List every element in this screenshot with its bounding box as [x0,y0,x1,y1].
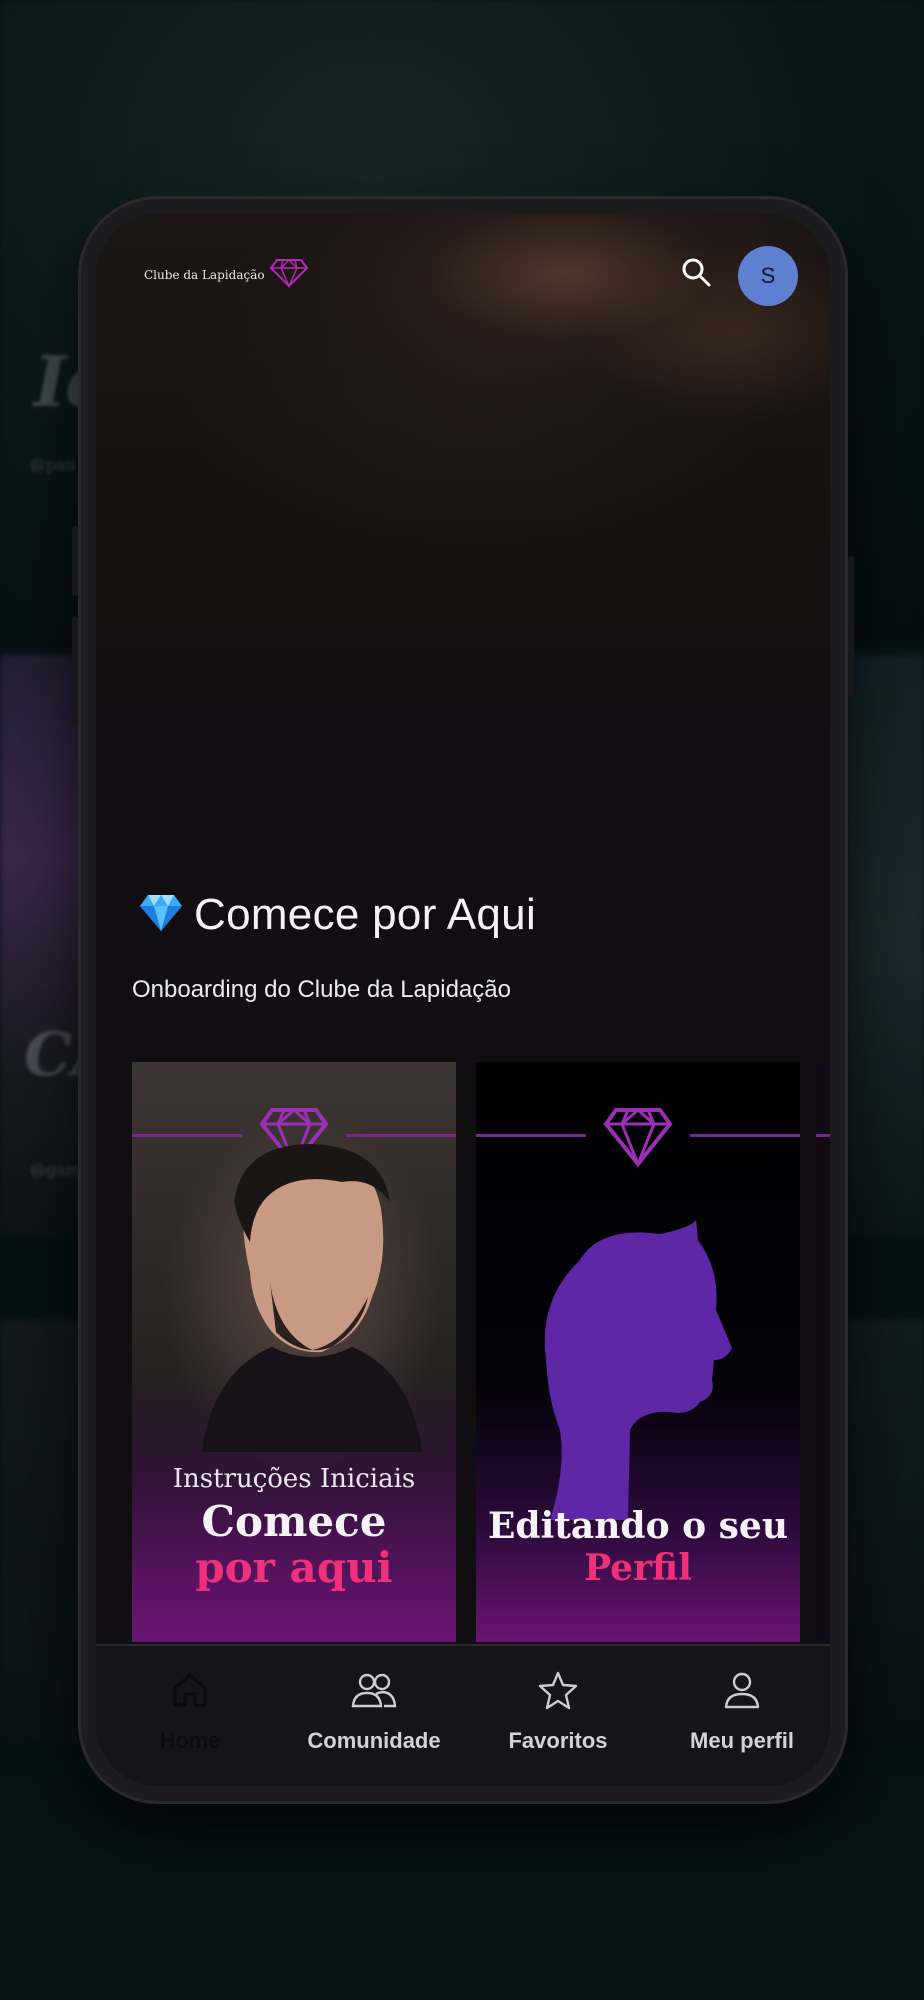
nav-label: Meu perfil [690,1728,794,1753]
card-title: Comece [201,1497,387,1546]
phone-frame: Clube da Lapidação S Comece por Aqui Onb… [72,196,854,1804]
background-handle-text: @pau [30,455,77,474]
gem-icon [138,893,184,937]
card-title: Editando o seu [487,1505,789,1547]
search-button[interactable] [674,252,718,296]
phone-volume-button [72,526,78,596]
app-logo[interactable]: Clube da Lapidação [144,258,309,292]
background-lower-right-thumbnail [846,1320,924,1740]
nav-label: Comunidade [307,1728,441,1753]
card-divider [476,1134,586,1137]
course-card[interactable]: Editando o seu Perfil [476,1062,800,1642]
section-title: Comece por Aqui [138,890,536,940]
search-icon [680,256,712,292]
app-screen: Clube da Lapidação S Comece por Aqui Onb… [96,214,830,1786]
hero-banner [96,214,830,934]
nav-item-comunidade[interactable]: Comunidade [294,1670,454,1754]
background-handle-text: @gam [30,1160,81,1179]
nav-label: Favoritos [508,1728,608,1753]
course-card[interactable]: Instruções Iniciais Comece por aqui [132,1062,456,1642]
nav-item-home[interactable]: Home [110,1670,270,1754]
bottom-navigation: Home Comunidade Favoritos Meu perfil [96,1644,830,1786]
user-icon [722,1670,762,1714]
logo-text: Clube da Lapidação [144,268,265,282]
star-icon [537,1670,579,1714]
background-lower-left-thumbnail [0,1320,90,1740]
nav-item-meu-perfil[interactable]: Meu perfil [662,1670,822,1754]
nav-label: Home [159,1728,221,1753]
community-icon [350,1670,398,1714]
card-kicker: Instruções Iniciais [172,1464,416,1494]
card-title-highlight: Perfil [584,1547,692,1589]
profile-silhouette-icon [520,1220,740,1524]
diamond-icon [602,1106,674,1172]
course-card-peek[interactable] [816,1062,830,1642]
home-icon [170,1670,210,1714]
nav-item-favoritos[interactable]: Favoritos [478,1670,638,1754]
instructor-photo [172,1122,432,1456]
phone-power-button [848,556,854,696]
avatar[interactable]: S [738,246,798,306]
diamond-icon [269,258,309,292]
card-title-highlight: por aqui [195,1543,393,1592]
section-subtitle: Onboarding do Clube da Lapidação [132,976,511,1003]
phone-volume-button [72,616,78,726]
background-left-thumbnail [0,655,90,1235]
background-right-thumbnail [846,655,924,1235]
section-heading: Comece por Aqui [194,890,537,939]
card-divider [690,1134,800,1137]
